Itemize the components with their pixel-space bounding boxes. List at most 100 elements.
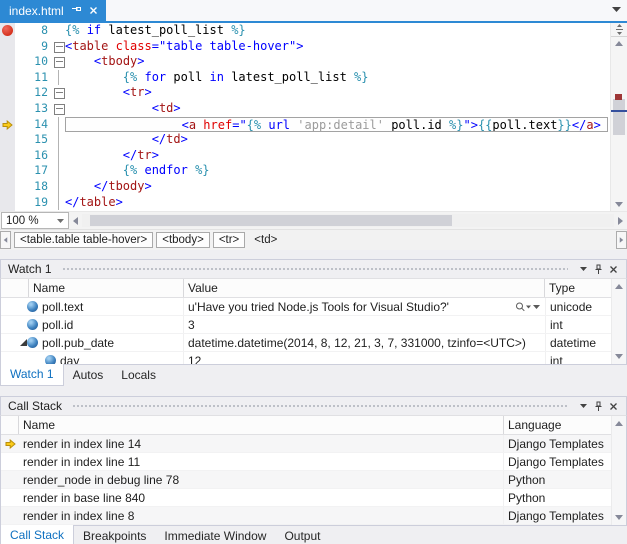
editor-line[interactable]: 14 <a href="{% url 'app:detail' poll.id … (0, 117, 611, 133)
breakpoint-margin[interactable] (0, 39, 15, 55)
outline-margin[interactable] (52, 195, 65, 211)
callstack-row[interactable]: render in index line 14Django Templates (1, 435, 626, 453)
outline-margin[interactable] (52, 23, 65, 39)
code-text[interactable]: </tr> (65, 148, 611, 164)
breadcrumb-item[interactable]: <tbody> (156, 232, 210, 248)
editor-line[interactable]: 16 </tr> (0, 148, 611, 164)
value-visualizer-tools[interactable] (515, 302, 545, 312)
watch-row[interactable]: day12int (1, 352, 626, 365)
watch-name-cell[interactable]: poll.pub_date (1, 334, 184, 351)
collapse-box-icon[interactable] (54, 42, 65, 53)
splitter[interactable] (0, 250, 627, 259)
watch-row[interactable]: poll.textu'Have you tried Node.js Tools … (1, 298, 626, 316)
editor-line[interactable]: 9<table class="table table-hover"> (0, 39, 611, 55)
close-icon[interactable] (606, 262, 621, 277)
watch-value-cell[interactable]: 3 (184, 316, 546, 333)
editor-line[interactable]: 13 <td> (0, 101, 611, 117)
editor-line[interactable]: 18 </tbody> (0, 179, 611, 195)
breakpoint-margin[interactable] (0, 23, 15, 39)
editor-line[interactable]: 12 <tr> (0, 85, 611, 101)
tab-autos[interactable]: Autos (64, 365, 113, 386)
chevron-down-icon[interactable] (533, 305, 540, 309)
tab-immediate-window[interactable]: Immediate Window (155, 526, 275, 544)
callstack-vertical-scrollbar[interactable] (611, 416, 626, 525)
watch-value-cell[interactable]: u'Have you tried Node.js Tools for Visua… (184, 298, 546, 315)
editor-line[interactable]: 11 {% for poll in latest_poll_list %} (0, 70, 611, 86)
breakpoint-margin[interactable] (0, 179, 15, 195)
tab-locals[interactable]: Locals (112, 365, 165, 386)
callstack-header-row[interactable]: NameLanguage (1, 416, 626, 435)
expanded-triangle-icon[interactable] (20, 339, 27, 346)
document-tab[interactable]: index.html (0, 0, 106, 21)
watch-vertical-scrollbar[interactable] (611, 279, 626, 364)
callstack-row[interactable]: render_node in debug line 78Python (1, 471, 626, 489)
scroll-up-arrow-icon[interactable] (615, 421, 623, 426)
code-text[interactable]: <a href="{% url 'app:detail' poll.id %}"… (65, 117, 608, 133)
code-text[interactable]: </table> (65, 195, 611, 211)
breakpoint-margin[interactable] (0, 70, 15, 86)
code-editor[interactable]: 8{% if latest_poll_list %}9<table class=… (0, 23, 627, 211)
breadcrumb-item[interactable]: <tr> (213, 232, 245, 248)
tab-list-chevron-icon[interactable] (612, 7, 621, 12)
code-text[interactable]: {% if latest_poll_list %} (65, 23, 611, 39)
breakpoint-margin[interactable] (0, 132, 15, 148)
tab-call-stack[interactable]: Call Stack (0, 525, 74, 544)
breadcrumb-left-arrow-icon[interactable] (0, 231, 11, 249)
breakpoint-margin[interactable] (0, 117, 15, 133)
scroll-up-arrow-icon[interactable] (615, 284, 623, 289)
editor-horizontal-scrollbar[interactable] (82, 214, 614, 227)
code-text[interactable]: <table class="table table-hover"> (65, 39, 611, 55)
editor-line[interactable]: 10 <tbody> (0, 54, 611, 70)
tab-breakpoints[interactable]: Breakpoints (74, 526, 155, 544)
code-text[interactable]: </tbody> (65, 179, 611, 195)
scroll-down-arrow-icon[interactable] (611, 198, 627, 211)
tab-output[interactable]: Output (275, 526, 329, 544)
tab-watch-1[interactable]: Watch 1 (0, 364, 64, 386)
scroll-down-arrow-icon[interactable] (615, 515, 623, 520)
editor-line[interactable]: 15 </td> (0, 132, 611, 148)
code-text[interactable]: <td> (65, 101, 611, 117)
scroll-down-arrow-icon[interactable] (615, 354, 623, 359)
callstack-column-header[interactable]: Language (504, 416, 626, 434)
breakpoint-icon[interactable] (2, 25, 13, 36)
watch-value-cell[interactable]: 12 (184, 352, 546, 365)
code-text[interactable]: {% endfor %} (65, 163, 611, 179)
outline-margin[interactable] (52, 101, 65, 117)
outline-margin[interactable] (52, 163, 65, 179)
collapse-box-icon[interactable] (54, 57, 65, 68)
editor-line[interactable]: 8{% if latest_poll_list %} (0, 23, 611, 39)
outline-margin[interactable] (52, 179, 65, 195)
callstack-row[interactable]: render in index line 11Django Templates (1, 453, 626, 471)
close-icon[interactable] (89, 4, 98, 18)
window-position-chevron-icon[interactable] (576, 262, 591, 277)
window-position-chevron-icon[interactable] (576, 399, 591, 414)
breakpoint-margin[interactable] (0, 195, 15, 211)
watch-name-cell[interactable]: poll.id (1, 316, 184, 333)
callstack-row[interactable]: render in base line 840Python (1, 489, 626, 507)
breadcrumb-item[interactable]: <table.table table-hover> (14, 232, 153, 248)
splitter-handle-icon[interactable] (611, 23, 627, 37)
scroll-thumb[interactable] (613, 99, 625, 135)
breakpoint-margin[interactable] (0, 85, 15, 101)
outline-margin[interactable] (52, 132, 65, 148)
code-text[interactable]: </td> (65, 132, 611, 148)
watch-row[interactable]: poll.id3int (1, 316, 626, 334)
breakpoint-margin[interactable] (0, 54, 15, 70)
hscroll-left-arrow-icon[interactable] (69, 217, 82, 225)
breadcrumb-right-arrow-icon[interactable] (616, 231, 627, 249)
watch-value-cell[interactable]: datetime.datetime(2014, 8, 12, 21, 3, 7,… (184, 334, 546, 351)
breakpoint-margin[interactable] (0, 101, 15, 117)
scroll-track[interactable] (611, 49, 627, 198)
outline-margin[interactable] (52, 54, 65, 70)
hscroll-thumb[interactable] (90, 215, 452, 226)
watch-name-cell[interactable]: poll.text (1, 298, 184, 315)
editor-line[interactable]: 17 {% endfor %} (0, 163, 611, 179)
pin-icon[interactable] (591, 262, 606, 277)
close-icon[interactable] (606, 399, 621, 414)
hscroll-right-arrow-icon[interactable] (614, 217, 627, 225)
breakpoint-margin[interactable] (0, 148, 15, 164)
breadcrumb-item[interactable]: <td> (248, 232, 283, 248)
editor-line[interactable]: 19</table> (0, 195, 611, 211)
watch-row[interactable]: poll.pub_datedatetime.datetime(2014, 8, … (1, 334, 626, 352)
watch-column-header[interactable]: Value (184, 279, 545, 297)
